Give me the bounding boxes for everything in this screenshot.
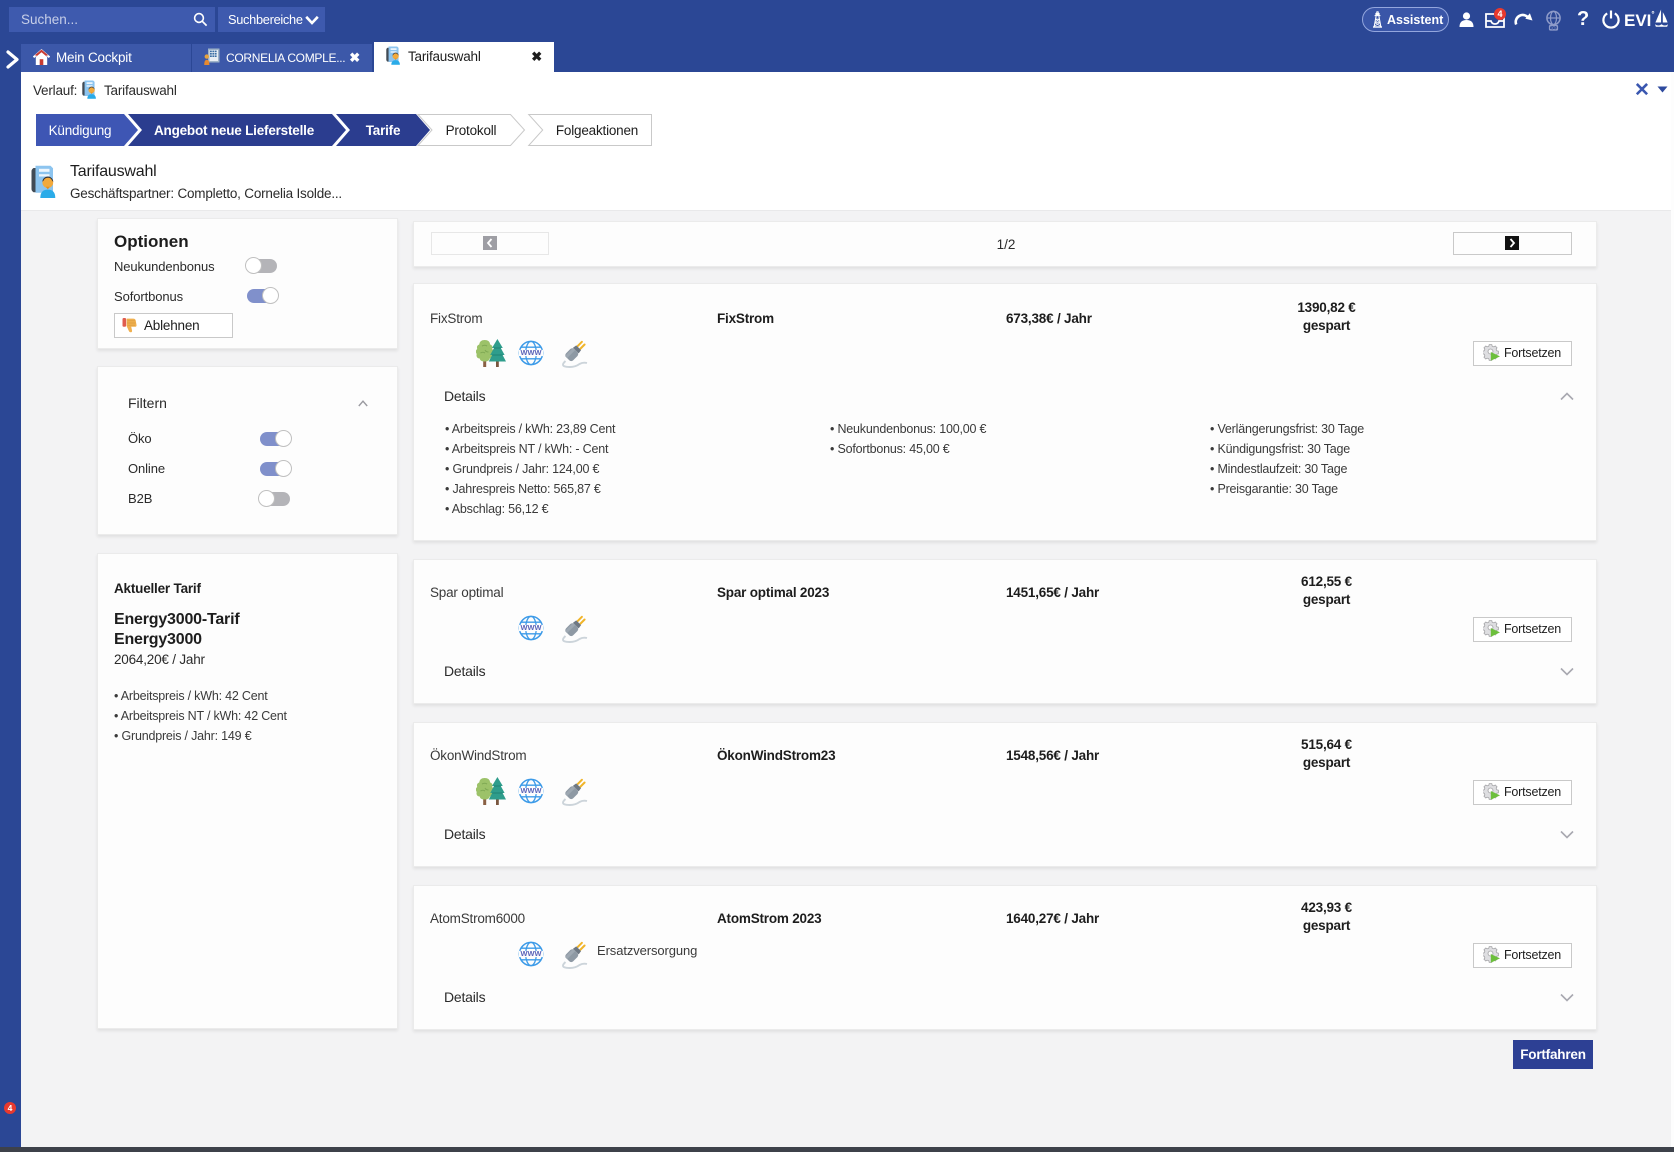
svg-text:Protokoll: Protokoll [446, 123, 497, 138]
svg-text:Tarife: Tarife [366, 123, 401, 138]
svg-text:Kündigung: Kündigung [49, 123, 112, 138]
svg-text:Folgeaktionen: Folgeaktionen [556, 123, 638, 138]
svg-text:Angebot neue Lieferstelle: Angebot neue Lieferstelle [154, 123, 315, 138]
svg-text:CO2: CO2 [1549, 25, 1559, 30]
